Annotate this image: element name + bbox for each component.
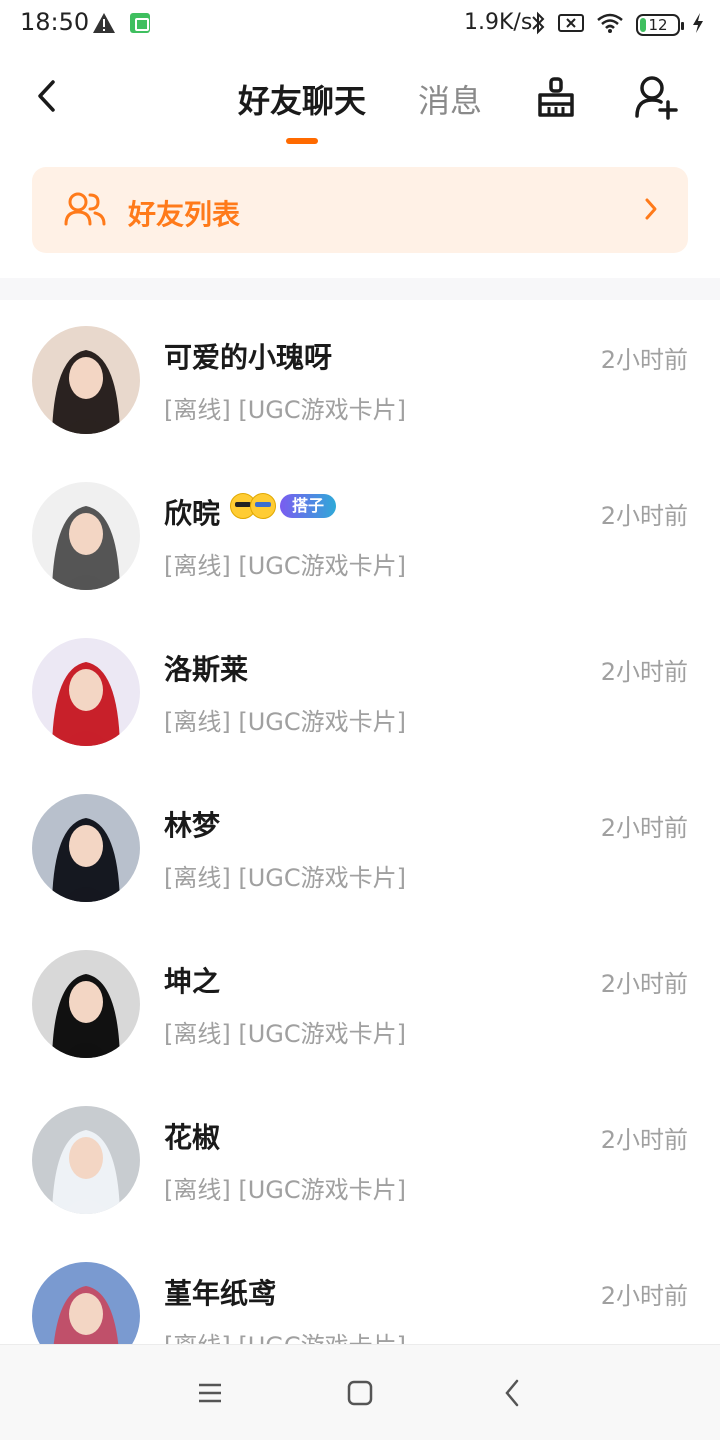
avatar[interactable] bbox=[32, 794, 140, 902]
wifi-icon bbox=[596, 12, 624, 38]
avatar[interactable] bbox=[32, 326, 140, 434]
avatar[interactable] bbox=[32, 1262, 140, 1344]
contact-badge: 搭子 bbox=[230, 492, 337, 520]
system-navigation-bar bbox=[0, 1344, 720, 1440]
message-time: 2小时前 bbox=[600, 1282, 688, 1310]
conversation-row[interactable]: 洛斯莱 [离线] [UGC游戏卡片] 2小时前 bbox=[0, 612, 720, 768]
app-notification-icon bbox=[130, 13, 150, 33]
contact-name: 堇年纸鸢 bbox=[164, 1277, 277, 1310]
status-bar: 18:50 1.9K/s 12 bbox=[0, 0, 720, 50]
warning-icon bbox=[92, 12, 116, 38]
tab-messages[interactable]: 消息 bbox=[418, 76, 482, 122]
status-time: 18:50 bbox=[20, 8, 90, 36]
broom-icon bbox=[538, 77, 574, 117]
message-time: 2小时前 bbox=[600, 814, 688, 842]
message-preview: [离线] [UGC游戏卡片] bbox=[164, 864, 407, 892]
conversation-row[interactable]: 坤之 [离线] [UGC游戏卡片] 2小时前 bbox=[0, 924, 720, 1080]
conversation-row[interactable]: 花椒 [离线] [UGC游戏卡片] 2小时前 bbox=[0, 1080, 720, 1236]
avatar[interactable] bbox=[32, 1106, 140, 1214]
friend-list-label: 好友列表 bbox=[128, 198, 241, 231]
clear-unread-button[interactable] bbox=[532, 72, 580, 122]
add-friend-button[interactable] bbox=[632, 72, 680, 122]
active-tab-indicator bbox=[286, 138, 318, 144]
goggles-emoji-icon bbox=[250, 493, 276, 519]
home-button[interactable] bbox=[336, 1369, 384, 1417]
contact-name: 坤之 bbox=[164, 965, 221, 998]
avatar[interactable] bbox=[32, 950, 140, 1058]
avatar[interactable] bbox=[32, 638, 140, 746]
home-icon bbox=[347, 1380, 373, 1406]
battery-icon: 12 bbox=[636, 14, 684, 36]
conversation-row[interactable]: 可爱的小瑰呀 [离线] [UGC游戏卡片] 2小时前 bbox=[0, 300, 720, 456]
message-preview: [离线] [UGC游戏卡片] bbox=[164, 552, 407, 580]
back-arrow-icon bbox=[38, 80, 55, 112]
menu-button[interactable] bbox=[186, 1369, 234, 1417]
contact-name: 可爱的小瑰呀 bbox=[164, 341, 333, 374]
chevron-right-icon bbox=[644, 197, 658, 225]
no-sim-icon bbox=[558, 12, 584, 38]
friends-icon bbox=[64, 191, 106, 231]
conversation-list[interactable]: 可爱的小瑰呀 [离线] [UGC游戏卡片] 2小时前 欣晥 搭子 [离线] [UGC游戏卡… bbox=[0, 300, 720, 1344]
partner-tag: 搭子 bbox=[280, 494, 337, 518]
conversation-row[interactable]: 欣晥 搭子 [离线] [UGC游戏卡片] 2小时前 bbox=[0, 456, 720, 612]
top-header: 好友聊天 消息 bbox=[0, 50, 720, 150]
message-preview: [离线] [UGC游戏卡片] bbox=[164, 1020, 407, 1048]
message-preview: [离线] [UGC游戏卡片] bbox=[164, 1326, 406, 1344]
message-preview: [离线] [UGC游戏卡片] bbox=[164, 396, 407, 424]
conversation-row[interactable]: 林梦 [离线] [UGC游戏卡片] 2小时前 bbox=[0, 768, 720, 924]
network-speed: 1.9K/s bbox=[464, 10, 533, 35]
contact-name: 欣晥 bbox=[164, 497, 221, 530]
message-time: 2小时前 bbox=[600, 1126, 688, 1154]
message-time: 2小时前 bbox=[600, 658, 688, 686]
charging-icon bbox=[692, 12, 704, 38]
conversation-row[interactable]: 堇年纸鸢 [离线] [UGC游戏卡片] 2小时前 bbox=[0, 1236, 720, 1344]
system-back-button[interactable] bbox=[488, 1369, 536, 1417]
friend-list-entry[interactable]: 好友列表 bbox=[32, 167, 688, 253]
message-time: 2小时前 bbox=[600, 346, 688, 374]
back-button[interactable] bbox=[24, 72, 68, 120]
section-divider bbox=[0, 278, 720, 300]
battery-level: 12 bbox=[648, 16, 668, 34]
contact-name: 林梦 bbox=[164, 809, 221, 842]
contact-name: 花椒 bbox=[164, 1121, 221, 1154]
avatar[interactable] bbox=[32, 482, 140, 590]
message-preview: [离线] [UGC游戏卡片] bbox=[164, 1176, 407, 1204]
message-time: 2小时前 bbox=[600, 502, 688, 530]
back-icon bbox=[505, 1379, 519, 1407]
menu-icon bbox=[199, 1383, 221, 1403]
bluetooth-icon bbox=[530, 11, 546, 39]
tab-friends-chat[interactable]: 好友聊天 bbox=[238, 76, 366, 122]
add-user-icon bbox=[635, 76, 678, 120]
contact-name: 洛斯莱 bbox=[164, 653, 249, 686]
message-preview: [离线] [UGC游戏卡片] bbox=[164, 708, 407, 736]
message-time: 2小时前 bbox=[600, 970, 688, 998]
